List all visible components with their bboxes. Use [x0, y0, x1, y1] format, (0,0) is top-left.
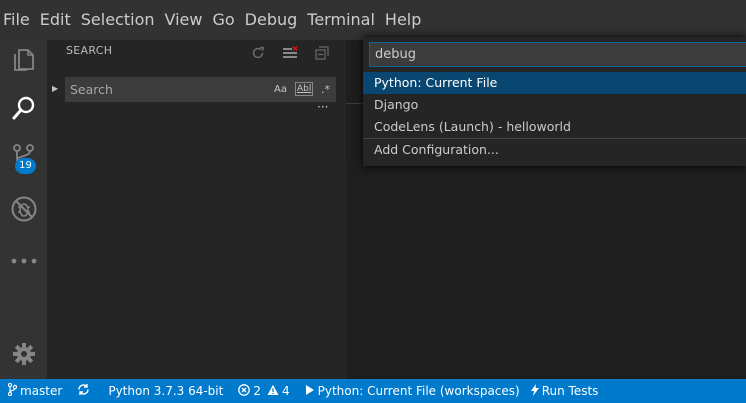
add-configuration-item[interactable]: Add Configuration...	[363, 138, 746, 160]
search-input[interactable]	[65, 77, 265, 102]
lightning-icon	[530, 383, 542, 399]
sidebar-actions	[248, 42, 332, 64]
status-run-tests[interactable]: Run Tests	[525, 379, 604, 403]
status-problems[interactable]: 2 4	[228, 379, 294, 403]
status-sync[interactable]	[67, 379, 98, 403]
menu-go[interactable]: Go	[207, 0, 239, 40]
menu-edit[interactable]: Edit	[35, 0, 76, 40]
quick-pick-item[interactable]: Django	[363, 94, 746, 116]
sync-icon	[77, 383, 93, 399]
refresh-icon[interactable]	[248, 42, 268, 64]
match-case-toggle[interactable]: Aa	[274, 82, 287, 97]
collapse-all-icon[interactable]	[312, 42, 332, 64]
match-whole-word-toggle[interactable]: Abl	[295, 82, 314, 96]
status-interpreter[interactable]: Python 3.7.3 64-bit	[98, 379, 228, 403]
quick-pick-item[interactable]: CodeLens (Launch) - helloworld	[363, 116, 746, 138]
menu-selection[interactable]: Selection	[76, 0, 160, 40]
menu-bar: File Edit Selection View Go Debug Termin…	[0, 0, 746, 40]
menu-terminal[interactable]: Terminal	[302, 0, 380, 40]
warning-icon	[267, 384, 282, 399]
activity-source-control[interactable]: 19	[0, 136, 47, 180]
activity-explorer[interactable]	[0, 40, 47, 84]
toggle-search-details-button[interactable]: ···	[317, 100, 328, 114]
menu-help[interactable]: Help	[380, 0, 426, 40]
warning-count: 4	[281, 384, 290, 398]
activity-more[interactable]	[0, 237, 47, 281]
debug-config-label: Python: Current File (workspaces)	[317, 384, 520, 398]
source-control-badge: 19	[15, 158, 36, 174]
quick-pick: debug Python: Current File Django CodeLe…	[363, 37, 746, 166]
gear-icon	[12, 342, 36, 370]
search-icon	[11, 95, 37, 125]
menu-view[interactable]: View	[160, 0, 208, 40]
activity-bar: 19	[0, 40, 47, 379]
use-regex-toggle[interactable]: .*	[321, 82, 330, 97]
quick-pick-list: Python: Current File Django CodeLens (La…	[363, 72, 746, 160]
search-sidebar: SEARCH ▶ Aa Abl .* ···	[47, 40, 346, 379]
run-tests-label: Run Tests	[541, 384, 599, 398]
toggle-replace-chevron-icon[interactable]: ▶	[52, 84, 58, 93]
quick-pick-item[interactable]: Python: Current File	[363, 72, 746, 94]
sidebar-title: SEARCH	[66, 44, 113, 57]
no-bugs-icon	[10, 195, 38, 227]
activity-debug[interactable]	[0, 189, 47, 233]
play-icon	[305, 384, 318, 399]
editor-divider	[346, 103, 364, 104]
more-icon	[11, 250, 37, 269]
clear-results-icon[interactable]	[280, 42, 300, 64]
quick-pick-input[interactable]: debug	[369, 42, 746, 67]
git-branch-icon	[7, 382, 20, 399]
activity-search[interactable]	[0, 88, 47, 132]
search-box: Aa Abl .*	[65, 77, 336, 102]
error-icon	[238, 383, 253, 399]
menu-debug[interactable]: Debug	[240, 0, 303, 40]
explorer-icon	[12, 47, 36, 77]
status-branch[interactable]: master	[0, 379, 67, 403]
status-bar: master Python 3.7.3 64-bit 2 4 Python: C…	[0, 379, 746, 403]
error-count: 2	[253, 384, 261, 398]
status-debug-config[interactable]: Python: Current File (workspaces)	[295, 379, 525, 403]
activity-manage[interactable]	[0, 334, 47, 378]
menu-file[interactable]: File	[0, 0, 35, 40]
branch-name: master	[20, 384, 63, 398]
